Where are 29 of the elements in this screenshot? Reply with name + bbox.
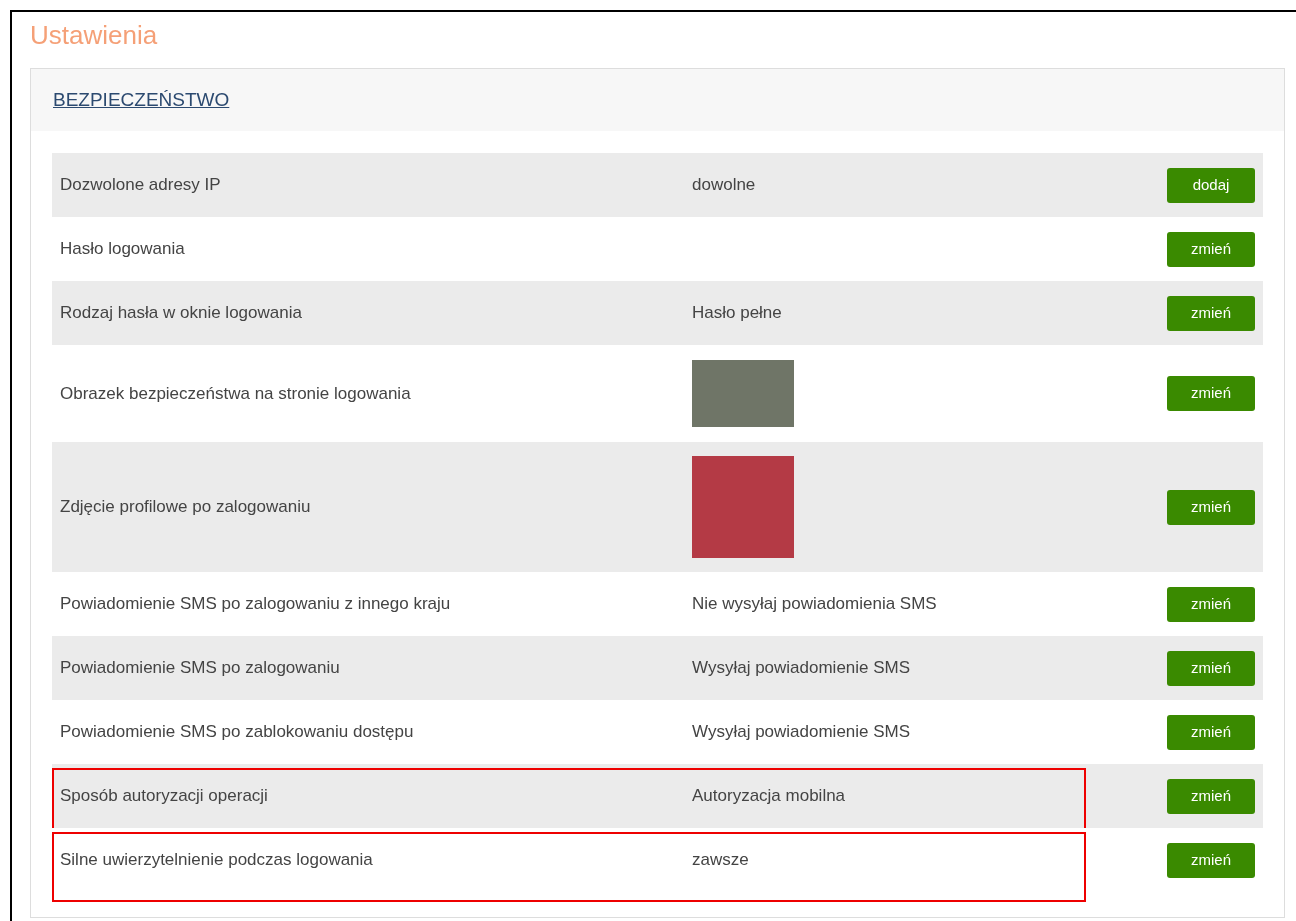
setting-value: zawsze — [692, 850, 749, 870]
setting-label: Powiadomienie SMS po zablokowaniu dostępu — [59, 721, 415, 744]
change-button[interactable]: zmień — [1167, 714, 1255, 750]
setting-value: Nie wysyłaj powiadomienia SMS — [692, 594, 937, 614]
change-button[interactable]: zmień — [1167, 778, 1255, 814]
setting-value: Wysyłaj powiadomienie SMS — [692, 722, 911, 742]
section-heading-link[interactable]: BEZPIECZEŃSTWO — [53, 85, 230, 115]
setting-label: Powiadomienie SMS po zalogowaniu — [59, 657, 341, 680]
setting-label: Silne uwierzytelnienie podczas logowania — [59, 849, 374, 872]
setting-label: Sposób autoryzacji operacji — [59, 785, 269, 808]
setting-value: Wysyłaj powiadomienie SMS — [692, 658, 911, 678]
change-button[interactable]: zmień — [1167, 295, 1255, 331]
setting-label: Zdjęcie profilowe po zalogowaniu — [59, 496, 312, 519]
setting-label: Obrazek bezpieczeństwa na stronie logowania — [59, 382, 412, 405]
change-button[interactable]: zmień — [1167, 231, 1255, 267]
change-button[interactable]: zmień — [1167, 842, 1255, 878]
change-button[interactable]: zmień — [1167, 376, 1255, 411]
setting-label: Hasło logowania — [59, 238, 186, 261]
setting-value: Hasło pełne — [692, 303, 782, 323]
page-title: Ustawienia — [30, 19, 158, 52]
setting-label: Rodzaj hasła w oknie logowania — [59, 302, 303, 325]
change-button[interactable]: zmień — [1167, 489, 1255, 525]
change-button[interactable]: zmień — [1167, 650, 1255, 686]
setting-label: Dozwolone adresy IP — [59, 174, 222, 197]
change-button[interactable]: zmień — [1167, 586, 1255, 622]
setting-value: Autoryzacja mobilna — [692, 786, 846, 806]
setting-label: Powiadomienie SMS po zalogowaniu z innego kraju — [59, 593, 452, 616]
setting-value: dowolne — [692, 175, 756, 195]
change-button[interactable]: dodaj — [1167, 167, 1255, 203]
